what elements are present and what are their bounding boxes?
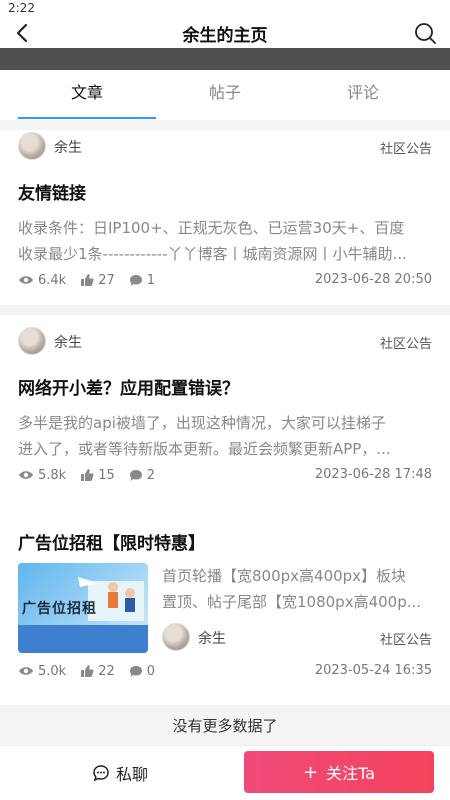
post-card[interactable]: 余生 社区公告 网络开小差？应用配置错误？ 多半是我的api被墙了，出现这种情况… (0, 315, 450, 505)
post-summary: 多半是我的api被墙了，出现这种情况，大家可以挂梯子 进入了，或者等待新版本更新… (18, 414, 391, 458)
post-author[interactable]: 余生 (198, 628, 226, 648)
post-stats: 5.8k 15 2 (18, 466, 169, 484)
thumbs-up-icon (81, 274, 94, 286)
post-category: 社区公告 (379, 337, 432, 352)
active-tab-indicator (18, 117, 156, 119)
divider (0, 305, 450, 315)
bottom-action-bar: 私聊 + 关注Ta (0, 745, 450, 800)
avatar[interactable] (18, 132, 46, 160)
post-stats: 6.4k 27 1 (18, 271, 169, 289)
post-summary: 收录条件：日IP100+、正规无灰色、已运营30天+、百度 收录最少1条----… (18, 219, 407, 263)
view-count: 6.4k (18, 273, 66, 288)
private-chat-label: 私聊 (115, 765, 148, 784)
post-author[interactable]: 余生 (54, 332, 82, 352)
like-count[interactable]: 22 (80, 664, 115, 679)
thumbs-up-icon (81, 665, 94, 677)
comment-icon (129, 274, 142, 286)
post-category: 社区公告 (379, 633, 432, 648)
comment-count[interactable]: 1 (129, 273, 155, 288)
avatar[interactable] (162, 623, 190, 651)
divider (0, 120, 450, 130)
private-chat-button[interactable]: 私聊 (40, 751, 200, 795)
status-bar: 2:22 (0, 0, 450, 18)
post-title[interactable]: 友情链接 (18, 179, 86, 204)
comment-icon (129, 469, 142, 481)
list-end-note: 没有更多数据了 (0, 705, 450, 745)
search-icon[interactable] (412, 20, 438, 46)
plus-icon: + (302, 761, 319, 783)
eye-icon (19, 471, 33, 479)
post-author[interactable]: 余生 (54, 137, 82, 157)
post-thumbnail[interactable]: 广告位招租 (18, 563, 148, 653)
page-title: 余生的主页 (182, 26, 268, 46)
post-date: 2023-05-24 16:35 (314, 663, 432, 678)
avatar[interactable] (18, 327, 46, 355)
view-count: 5.8k (18, 468, 66, 483)
view-count: 5.0k (18, 664, 66, 679)
header: 余生的主页 (0, 18, 450, 48)
status-time: 2:22 (8, 1, 35, 15)
follow-label: 关注Ta (326, 764, 376, 783)
post-summary: 首页轮播【宽800px高400px】板块 置顶、帖子尾部【宽1080px高400… (162, 567, 422, 611)
post-title[interactable]: 广告位招租【限时特惠】 (18, 529, 205, 554)
like-count[interactable]: 15 (80, 468, 115, 483)
tab-articles[interactable]: 文章 (12, 70, 162, 120)
profile-header-strip (0, 48, 450, 70)
comment-count[interactable]: 0 (129, 664, 155, 679)
post-card[interactable]: 广告位招租【限时特惠】 广告位招租 首页轮播【宽800px高400px】板块 置… (0, 505, 450, 705)
like-count[interactable]: 27 (80, 273, 115, 288)
follow-button[interactable]: + 关注Ta (244, 751, 434, 793)
eye-icon (19, 276, 33, 284)
post-card[interactable]: 余生 社区公告 友情链接 收录条件：日IP100+、正规无灰色、已运营30天+、… (0, 130, 450, 305)
post-category: 社区公告 (379, 142, 432, 157)
tab-bar: 文章 帖子 评论 (0, 70, 450, 120)
comment-count[interactable]: 2 (129, 468, 155, 483)
post-date: 2023-06-28 17:48 (314, 467, 432, 482)
thumbnail-caption: 广告位招租 (22, 601, 97, 617)
tab-comments[interactable]: 评论 (288, 70, 438, 120)
eye-icon (19, 667, 33, 675)
comment-icon (129, 665, 142, 677)
thumbs-up-icon (81, 469, 94, 481)
chat-bubble-icon (93, 765, 109, 782)
tab-posts[interactable]: 帖子 (150, 70, 300, 120)
post-title[interactable]: 网络开小差？应用配置错误？ (18, 374, 239, 399)
post-stats: 5.0k 22 0 (18, 662, 169, 680)
post-date: 2023-06-28 20:50 (314, 272, 432, 287)
